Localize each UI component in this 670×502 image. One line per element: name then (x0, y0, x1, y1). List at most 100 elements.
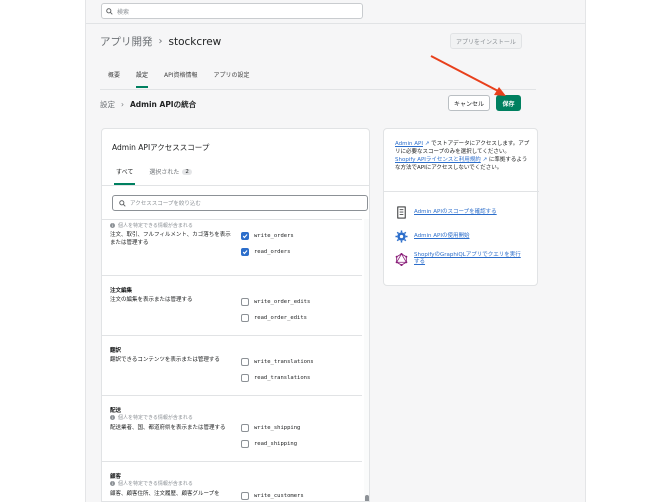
scope-name: write_order_edits (254, 299, 311, 305)
search-placeholder: 検索 (117, 8, 130, 16)
api-info-card: Admin API ↗ でストアデータにアクセスします。アプリに必要なスコープの… (383, 128, 539, 286)
search-icon (119, 199, 126, 207)
scope-name: write_shipping (254, 425, 301, 431)
scope-heading: 配送 (110, 408, 122, 414)
checkbox[interactable] (241, 424, 249, 432)
checkbox-checked[interactable] (241, 232, 249, 240)
tab-settings[interactable]: 設定 (128, 70, 156, 88)
checkbox[interactable] (241, 492, 249, 500)
tab-selected[interactable]: 選択された 2 (141, 167, 200, 184)
search-input[interactable]: 検索 (101, 3, 363, 19)
checkbox[interactable] (241, 314, 249, 322)
scope-heading: 翻訳 (110, 348, 122, 354)
scope-checkbox-read-order-edits[interactable]: read_order_edits (241, 314, 307, 322)
tab-app-settings[interactable]: アプリの設定 (206, 70, 258, 87)
checkbox[interactable] (241, 298, 249, 306)
resource-link-graphiql[interactable]: ShopifyのGraphiQLアプリでクエリを実行する (395, 252, 524, 266)
gear-icon (395, 230, 408, 243)
resource-link-label[interactable]: ShopifyのGraphiQLアプリでクエリを実行する (414, 252, 524, 266)
checkbox[interactable] (241, 440, 249, 448)
scope-heading: 注文編集 (110, 288, 133, 294)
page-title: アプリ開発 › stockcrew (100, 34, 221, 49)
info-icon: i (110, 415, 115, 420)
scope-checkbox-write-shipping[interactable]: write_shipping (241, 424, 300, 432)
external-link-icon: ↗ (422, 141, 430, 147)
tab-api-credentials[interactable]: API資格情報 (156, 70, 206, 87)
scope-section-order-edits: 注文編集 注文の編集を表示または管理する write_order_edits r… (102, 276, 362, 336)
scope-tabs-divider (102, 185, 369, 186)
scope-description: 注文、取引、フルフィルメント、カゴ落ちを表示または管理する (110, 232, 231, 246)
section-title: Admin APIの統合 (130, 100, 197, 109)
scope-checkbox-write-translations[interactable]: write_translations (241, 358, 314, 366)
page-tabs: 概要 設定 API資格情報 アプリの設定 (100, 70, 258, 88)
admin-api-link[interactable]: Admin API (395, 141, 423, 147)
scope-section-orders: i 個人を特定できる情報が含まれる 注文、取引、フルフィルメント、カゴ落ちを表示ま… (102, 214, 362, 276)
info-divider (384, 191, 539, 192)
scope-name: write_customers (254, 493, 304, 499)
license-link[interactable]: Shopify APIライセンスと利用規約 (395, 157, 481, 163)
scope-name: write_orders (254, 233, 294, 239)
cancel-button[interactable]: キャンセル (448, 95, 490, 111)
scope-description: 翻訳できるコンテンツを表示または管理する (110, 357, 220, 363)
tab-selected-label: 選択された (149, 169, 180, 176)
scope-section-shipping: 配送 i 個人を特定できる情報が含まれる 配送業者、国、都道府県を表示または管理す… (102, 396, 362, 462)
pii-note-text: 個人を特定できる情報が含まれる (118, 415, 193, 421)
left-gutter (0, 0, 86, 502)
search-icon (106, 7, 113, 15)
pii-note-text: 個人を特定できる情報が含まれる (118, 223, 193, 229)
tabs-divider (100, 89, 536, 90)
scope-description: 注文の編集を表示または管理する (110, 297, 193, 303)
pii-note: i 個人を特定できる情報が含まれる (110, 414, 193, 421)
card-title: Admin APIアクセススコープ (112, 143, 210, 152)
scope-name: read_translations (254, 375, 311, 381)
tab-all[interactable]: すべて (108, 167, 141, 185)
scope-tabs: すべて 選択された 2 (108, 167, 200, 185)
checkbox[interactable] (241, 358, 249, 366)
scope-filter-input[interactable]: アクセススコープを絞り込む (112, 195, 368, 211)
install-app-button[interactable]: アプリをインストール (450, 33, 522, 49)
graphql-icon (395, 252, 408, 266)
breadcrumb-app-development[interactable]: アプリ開発 (100, 34, 153, 49)
filter-placeholder: アクセススコープを絞り込む (130, 201, 201, 207)
chevron-right-icon: › (158, 36, 163, 47)
scope-name: read_shipping (254, 441, 298, 447)
resource-link-scopes[interactable]: Admin APIのスコープを確認する (395, 206, 524, 219)
scope-name: read_orders (254, 249, 291, 255)
main-content: アプリ開発 › stockcrew アプリをインストール 概要 設定 API資格… (86, 24, 585, 502)
resource-link-label[interactable]: Admin APIの使用開始 (414, 233, 524, 240)
app-name: stockcrew (168, 35, 222, 48)
breadcrumb-settings[interactable]: 設定 (100, 99, 115, 110)
access-scopes-card: Admin APIアクセススコープ すべて 選択された 2 アクセススコープを絞… (101, 128, 370, 502)
resource-link-getting-started[interactable]: Admin APIの使用開始 (395, 230, 524, 243)
chevron-right-icon: › (121, 100, 124, 109)
scope-checkbox-write-customers[interactable]: write_customers (241, 492, 304, 500)
scope-checkbox-write-order-edits[interactable]: write_order_edits (241, 298, 310, 306)
scope-checkbox-read-translations[interactable]: read_translations (241, 374, 310, 382)
tab-overview[interactable]: 概要 (100, 70, 128, 87)
scrollbar[interactable] (364, 219, 369, 501)
scope-heading: 顧客 (110, 474, 122, 480)
info-icon: i (110, 223, 115, 228)
pii-note: i 個人を特定できる情報が含まれる (110, 480, 193, 487)
api-info-text: Admin API ↗ でストアデータにアクセスします。アプリに必要なスコープの… (395, 140, 531, 172)
checkbox-checked[interactable] (241, 248, 249, 256)
info-icon: i (110, 481, 115, 486)
scope-section-translations: 翻訳 翻訳できるコンテンツを表示または管理する write_translatio… (102, 336, 362, 396)
scope-checkbox-write-orders[interactable]: write_orders (241, 232, 294, 240)
external-link-icon: ↗ (480, 157, 488, 163)
pii-note-text: 個人を特定できる情報が含まれる (118, 481, 193, 487)
scope-section-customers: 顧客 i 個人を特定できる情報が含まれる 顧客、顧客住所、注文履歴、顧客グループを… (102, 462, 362, 501)
scope-checkbox-read-shipping[interactable]: read_shipping (241, 440, 297, 448)
scope-description: 配送業者、国、都道府県を表示または管理する (110, 425, 226, 431)
scope-name: write_translations (254, 359, 314, 365)
checkbox[interactable] (241, 374, 249, 382)
selected-count-badge: 2 (182, 168, 192, 175)
scope-checkbox-read-orders[interactable]: read_orders (241, 248, 290, 256)
resource-link-label[interactable]: Admin APIのスコープを確認する (414, 209, 524, 216)
scrollbar-thumb[interactable] (365, 495, 369, 501)
scope-list[interactable]: i 個人を特定できる情報が含まれる 注文、取引、フルフィルメント、カゴ落ちを表示ま… (102, 219, 362, 501)
pii-note: i 個人を特定できる情報が含まれる (110, 222, 193, 229)
save-button[interactable]: 保存 (496, 95, 521, 111)
scope-name: read_order_edits (254, 315, 307, 321)
scope-description: 顧客、顧客住所、注文履歴、顧客グループを (110, 491, 220, 497)
